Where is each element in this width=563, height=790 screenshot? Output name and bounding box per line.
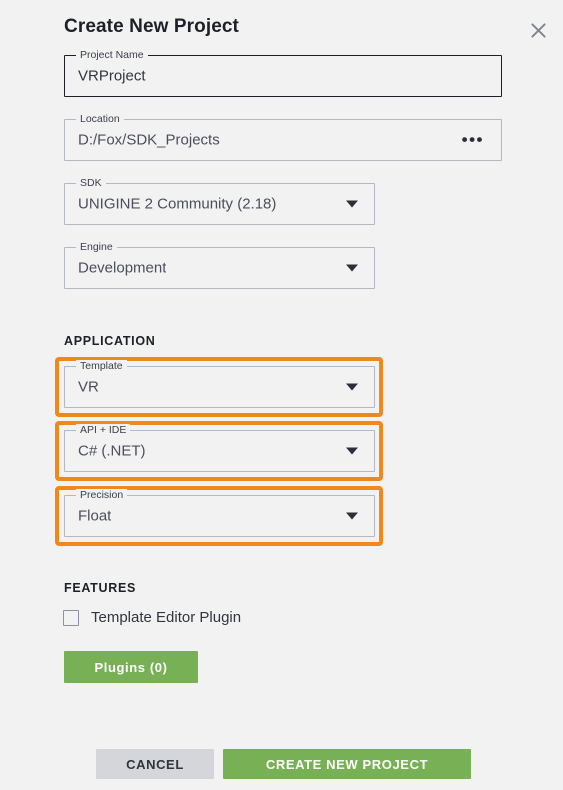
location-label: Location — [76, 113, 124, 126]
api-ide-label: API + IDE — [76, 424, 131, 437]
template-editor-plugin-label: Template Editor Plugin — [91, 609, 242, 626]
cancel-button[interactable]: CANCEL — [96, 749, 214, 779]
engine-label: Engine — [76, 241, 117, 254]
plugins-button[interactable]: Plugins (0) — [64, 651, 198, 683]
project-name-field[interactable]: Project Name VRProject — [64, 49, 502, 97]
template-label: Template — [76, 360, 127, 373]
chevron-down-icon — [346, 512, 358, 520]
dialog-header: Create New Project — [0, 0, 563, 48]
location-value: D:/Fox/SDK_Projects — [78, 131, 220, 149]
section-heading-application: APPLICATION — [64, 334, 156, 348]
close-icon[interactable] — [524, 17, 552, 43]
chevron-down-icon — [346, 264, 358, 272]
precision-value: Float — [78, 507, 112, 525]
api-ide-value: C# (.NET) — [78, 442, 146, 460]
chevron-down-icon — [346, 447, 358, 455]
project-name-label: Project Name — [76, 49, 148, 62]
chevron-down-icon — [346, 200, 358, 208]
section-heading-features: FEATURES — [64, 581, 137, 595]
api-ide-dropdown[interactable]: API + IDE C# (.NET) — [64, 424, 375, 472]
page-title: Create New Project — [64, 16, 239, 37]
browse-location-button[interactable]: ••• — [462, 131, 484, 148]
engine-dropdown[interactable]: Engine Development — [64, 241, 375, 289]
sdk-label: SDK — [76, 177, 106, 190]
precision-label: Precision — [76, 489, 128, 502]
template-editor-plugin-checkbox[interactable]: Template Editor Plugin — [63, 609, 241, 626]
create-new-project-button[interactable]: CREATE NEW PROJECT — [223, 749, 471, 779]
precision-dropdown[interactable]: Precision Float — [64, 489, 375, 537]
location-field[interactable]: Location D:/Fox/SDK_Projects ••• — [64, 113, 502, 161]
project-name-value: VRProject — [78, 67, 146, 85]
chevron-down-icon — [346, 383, 358, 391]
template-value: VR — [78, 378, 99, 396]
sdk-dropdown[interactable]: SDK UNIGINE 2 Community (2.18) — [64, 177, 375, 225]
engine-value: Development — [78, 259, 167, 277]
checkbox-icon — [63, 609, 79, 626]
template-dropdown[interactable]: Template VR — [64, 360, 375, 408]
sdk-value: UNIGINE 2 Community (2.18) — [78, 195, 277, 213]
